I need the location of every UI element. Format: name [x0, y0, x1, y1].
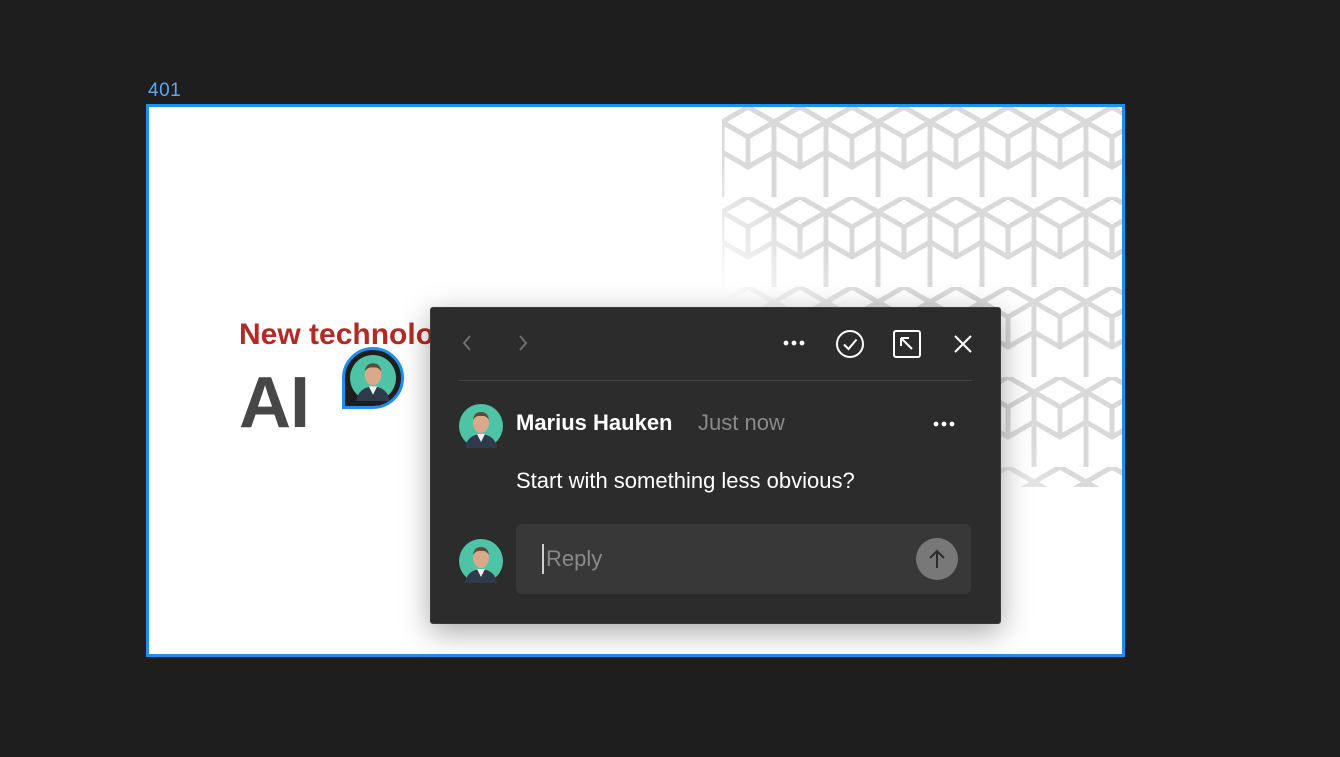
next-comment-button[interactable] [513, 332, 533, 354]
arrow-up-icon [929, 549, 945, 568]
arrow-up-left-box-icon [893, 330, 921, 358]
send-button[interactable] [916, 538, 958, 580]
more-options-button[interactable] [777, 330, 811, 356]
open-comment-button[interactable] [891, 328, 923, 360]
comment-popover: Marius Hauken Just now Start with someth… [430, 307, 1001, 624]
avatar [459, 539, 503, 583]
more-horizontal-icon [783, 340, 805, 346]
header-divider [459, 380, 972, 381]
close-button[interactable] [949, 330, 977, 358]
more-horizontal-icon [933, 421, 955, 427]
check-circle-icon [836, 330, 864, 358]
comment-more-button[interactable] [927, 412, 961, 436]
previous-comment-button[interactable] [457, 332, 477, 354]
comment-author: Marius Hauken [516, 410, 673, 435]
comment-pin[interactable] [342, 347, 406, 411]
resolve-button[interactable] [834, 328, 866, 360]
chevron-right-icon [519, 335, 528, 351]
avatar [459, 404, 503, 448]
comment-text: Start with something less obvious? [516, 468, 855, 493]
avatar [350, 355, 396, 401]
reply-input[interactable] [542, 544, 906, 574]
reply-box [516, 524, 971, 594]
slide-title: AI [239, 363, 310, 443]
popover-header [431, 308, 1000, 380]
chevron-left-icon [462, 335, 471, 351]
comment-timestamp: Just now [698, 410, 785, 435]
frame-label[interactable]: 401 [148, 80, 181, 102]
close-icon [954, 335, 972, 353]
